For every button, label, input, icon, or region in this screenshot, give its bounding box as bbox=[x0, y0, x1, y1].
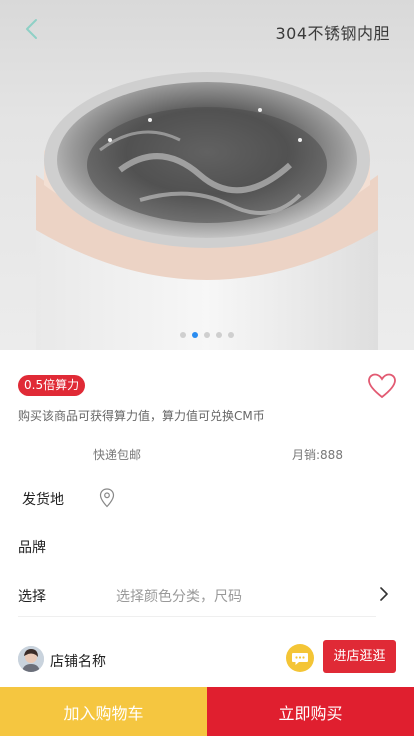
bottom-action-bar: 加入购物车 立即购买 bbox=[0, 687, 414, 736]
carousel-indicator bbox=[0, 332, 414, 338]
compute-power-badge: 0.5倍算力 bbox=[18, 375, 86, 396]
select-label: 选择 bbox=[18, 589, 46, 605]
product-photo bbox=[36, 72, 378, 350]
product-image-carousel[interactable]: 304不锈钢内胆 bbox=[0, 0, 414, 350]
divider bbox=[18, 616, 376, 617]
select-placeholder: 选择颜色分类，尺码 bbox=[116, 589, 242, 605]
compute-power-hint: 购买该商品可获得算力值，算力值可兑换CM币 bbox=[18, 409, 265, 423]
monthly-sales: 月销:888 bbox=[292, 448, 343, 462]
carousel-dot[interactable] bbox=[180, 332, 186, 338]
carousel-dot[interactable] bbox=[216, 332, 222, 338]
chat-bubble-icon bbox=[292, 653, 308, 665]
carousel-dot[interactable] bbox=[204, 332, 210, 338]
carousel-dot[interactable] bbox=[228, 332, 234, 338]
favorite-button[interactable] bbox=[367, 372, 397, 400]
shop-name[interactable]: 店铺名称 bbox=[50, 651, 106, 671]
location-pin-icon bbox=[99, 488, 115, 508]
back-arrow-icon bbox=[26, 19, 37, 39]
chevron-right-icon bbox=[380, 587, 388, 601]
shipping-info: 快递包邮 bbox=[93, 448, 142, 462]
brand-label: 品牌 bbox=[18, 540, 46, 556]
heart-icon bbox=[368, 373, 396, 399]
carousel-dot-active[interactable] bbox=[192, 332, 198, 338]
avatar-image bbox=[18, 646, 44, 672]
buy-now-button[interactable]: 立即购买 bbox=[207, 687, 414, 736]
shop-avatar[interactable] bbox=[18, 646, 44, 672]
chat-button[interactable] bbox=[286, 644, 314, 672]
back-button[interactable] bbox=[20, 16, 46, 42]
visit-shop-button[interactable]: 进店逛逛 bbox=[323, 640, 396, 673]
hero-caption: 304不锈钢内胆 bbox=[275, 24, 390, 43]
origin-label: 发货地 bbox=[22, 492, 64, 508]
add-to-cart-button[interactable]: 加入购物车 bbox=[0, 687, 207, 736]
